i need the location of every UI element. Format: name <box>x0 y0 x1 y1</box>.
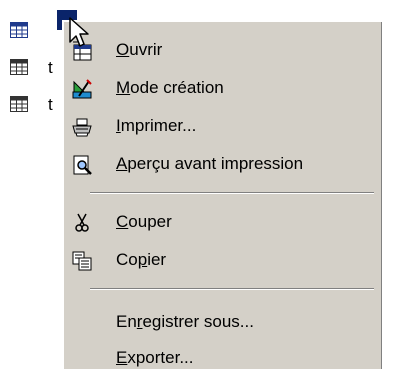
menu-item-label: Couper <box>116 212 172 231</box>
list-item-label: t <box>48 95 53 114</box>
menu-item-label: Enregistrer sous... <box>116 312 254 331</box>
menu-separator <box>90 192 374 194</box>
menu-item-label: Imprimer... <box>116 116 197 135</box>
menu-item-enregistrer-sous[interactable]: Enregistrer sous... <box>64 306 382 340</box>
menu-item-imprimer[interactable]: Imprimer... <box>64 110 382 144</box>
menu-item-label: Copier <box>116 250 167 269</box>
menu-item-apercu[interactable]: Aperçu avant impression <box>64 148 382 182</box>
menu-separator <box>90 288 374 290</box>
printer-icon <box>72 118 92 137</box>
copy-icon <box>72 251 92 271</box>
menu-item-label: Mode création <box>116 78 224 97</box>
table-icon <box>10 59 28 75</box>
print-preview-icon <box>73 155 92 175</box>
table-icon <box>10 96 28 112</box>
scissors-icon <box>75 213 89 232</box>
list-item[interactable] <box>10 59 28 75</box>
menu-item-label: Ouvrir <box>116 40 163 59</box>
context-menu: Ouvrir Mode création Imprimer... Aperçu … <box>62 20 382 369</box>
table-icon <box>10 22 28 38</box>
list-item-label: t <box>48 58 53 77</box>
mouse-cursor-icon <box>69 17 89 47</box>
list-item[interactable] <box>10 96 28 112</box>
menu-item-label: Aperçu avant impression <box>116 154 304 173</box>
menu-item-exporter[interactable]: Exporter... <box>64 342 382 376</box>
menu-item-copier[interactable]: Copier <box>64 244 382 278</box>
design-mode-icon <box>72 79 92 99</box>
list-item[interactable] <box>10 22 28 38</box>
menu-item-mode-creation[interactable]: Mode création <box>64 72 382 106</box>
menu-item-label: Exporter... <box>116 348 194 367</box>
menu-item-couper[interactable]: Couper <box>64 206 382 240</box>
menu-item-ouvrir[interactable]: Ouvrir <box>64 34 382 68</box>
